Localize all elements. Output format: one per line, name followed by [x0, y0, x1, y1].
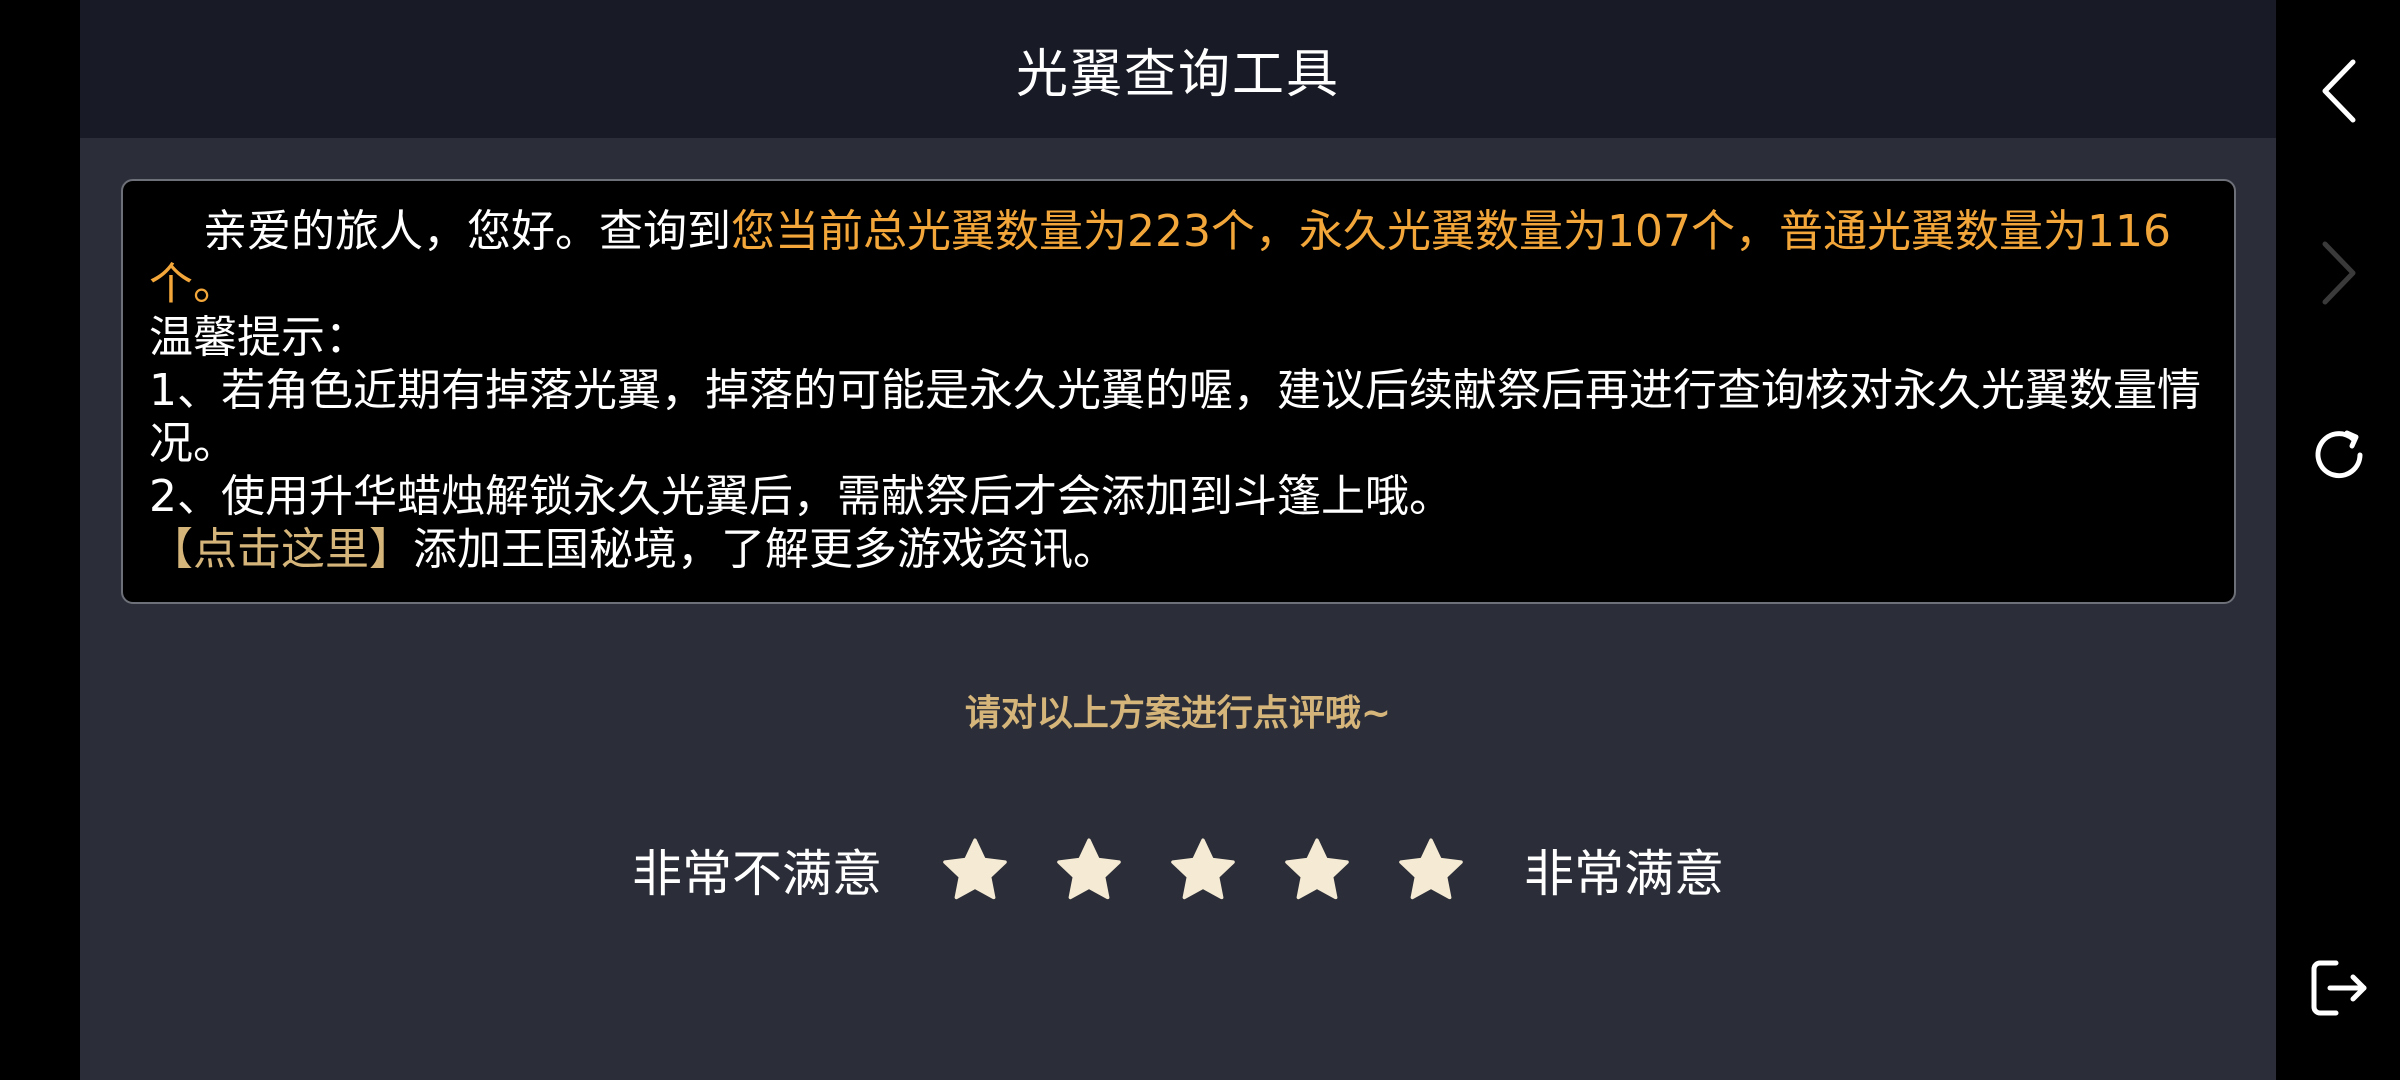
- rating-prompt: 请对以上方案进行点评哦~: [964, 693, 1392, 734]
- star-5-icon[interactable]: [1395, 834, 1467, 906]
- star-2-icon[interactable]: [1053, 834, 1125, 906]
- back-icon[interactable]: [2304, 56, 2374, 126]
- refresh-icon[interactable]: [2304, 420, 2374, 490]
- left-edge-strip: [0, 0, 80, 1080]
- tip-2: 2、使用升华蜡烛解锁永久光翼后，需献祭后才会添加到斗篷上哦。: [149, 471, 1453, 522]
- link-suffix-text: 添加王国秘境，了解更多游戏资讯。: [413, 524, 1117, 575]
- result-paragraph: 亲爱的旅人，您好。查询到您当前总光翼数量为223个，永久光翼数量为107个，普通…: [149, 205, 2208, 311]
- greeting-text: 亲爱的旅人，您好。查询到: [203, 206, 731, 257]
- very-satisfied-label: 非常满意: [1524, 845, 1724, 903]
- click-here-link[interactable]: 【点击这里】: [149, 524, 413, 575]
- star-3-icon[interactable]: [1167, 834, 1239, 906]
- tip-1: 1、若角色近期有掉落光翼，掉落的可能是永久光翼的喔，建议后续献祭后再进行查询核对…: [149, 365, 2201, 469]
- query-result-card: 亲爱的旅人，您好。查询到您当前总光翼数量为223个，永久光翼数量为107个，普通…: [121, 179, 2236, 604]
- page-title: 光翼查询工具: [1015, 44, 1340, 105]
- rating-row: 非常不满意 非常满意: [80, 825, 2276, 915]
- star-4-icon[interactable]: [1281, 834, 1353, 906]
- tips-title: 温馨提示：: [149, 312, 369, 363]
- star-1-icon[interactable]: [939, 834, 1011, 906]
- header-bar: 光翼查询工具: [80, 0, 2276, 138]
- browser-nav-bar: [2276, 0, 2400, 1080]
- very-unsatisfied-label: 非常不满意: [632, 845, 882, 903]
- exit-icon[interactable]: [2304, 953, 2374, 1023]
- forward-icon[interactable]: [2304, 238, 2374, 308]
- link-paragraph: 【点击这里】添加王国秘境，了解更多游戏资讯。: [149, 523, 2208, 576]
- main-panel: 光翼查询工具 亲爱的旅人，您好。查询到您当前总光翼数量为223个，永久光翼数量为…: [80, 0, 2276, 1080]
